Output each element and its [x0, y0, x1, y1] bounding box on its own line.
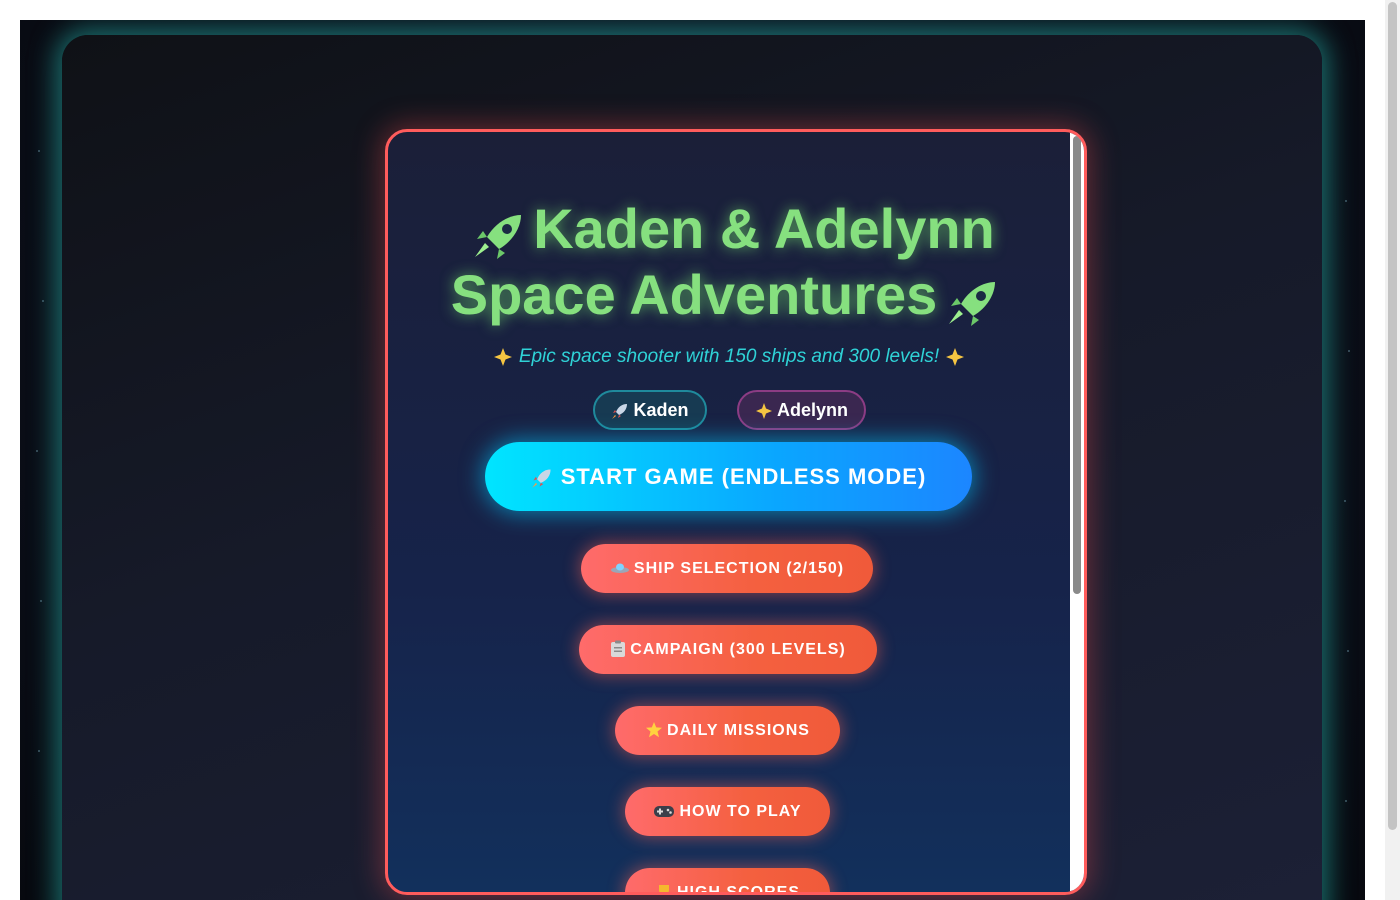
star-dot [1348, 350, 1350, 352]
star-dot [38, 150, 40, 152]
rocket-icon [611, 400, 629, 421]
daily-missions-button[interactable]: DAILY MISSIONS [615, 706, 840, 755]
sparkle-star-icon [755, 400, 773, 421]
star-dot [1347, 650, 1349, 652]
how-to-play-button[interactable]: HOW TO PLAY [625, 787, 830, 836]
player-name-kaden: Kaden [633, 399, 689, 420]
rocket-icon [469, 202, 527, 264]
star-dot [1345, 800, 1347, 802]
game-container: Kaden & Adelynn Space Adventures Epic sp… [62, 35, 1322, 900]
menu-scrollbar-thumb[interactable] [1073, 136, 1081, 594]
player-select-adelynn[interactable]: Adelynn [737, 390, 866, 430]
campaign-label: CAMPAIGN (300 LEVELS) [630, 640, 846, 658]
high-scores-button[interactable]: HIGH SCORES [625, 868, 830, 895]
subtitle-text: Epic space shooter with 150 ships and 30… [518, 346, 940, 368]
sparkle-star-icon [945, 346, 965, 368]
star-dot [1345, 200, 1347, 202]
page-scrollbar-thumb[interactable] [1388, 2, 1397, 830]
star-icon [645, 721, 663, 739]
title-line-1: Kaden & Adelynn [533, 197, 995, 260]
trophy-icon [655, 883, 673, 892]
title-line-2: Space Adventures [450, 263, 938, 327]
how-to-play-label: HOW TO PLAY [679, 802, 802, 820]
menu-scrollbar[interactable] [1070, 132, 1084, 892]
high-scores-label: HIGH SCORES [676, 883, 800, 895]
ufo-icon [610, 560, 630, 578]
ship-selection-label: SHIP SELECTION (2/150) [633, 559, 845, 577]
game-subtitle: Epic space shooter with 150 ships and 30… [388, 346, 1070, 368]
start-game-label: START GAME (ENDLESS MODE) [560, 463, 927, 489]
gamepad-icon [653, 803, 675, 821]
rocket-icon [531, 464, 553, 490]
daily-missions-label: DAILY MISSIONS [667, 721, 810, 739]
star-dot [1344, 500, 1346, 502]
campaign-button[interactable]: CAMPAIGN (300 LEVELS) [579, 625, 877, 674]
game-title: Kaden & Adelynn Space Adventures [388, 198, 1070, 330]
player-select-kaden[interactable]: Kaden [593, 390, 707, 430]
star-dot [36, 450, 38, 452]
sparkle-star-icon [493, 346, 513, 368]
start-game-button[interactable]: START GAME (ENDLESS MODE) [485, 442, 972, 511]
game-viewport: Kaden & Adelynn Space Adventures Epic sp… [20, 20, 1365, 900]
page-scrollbar[interactable] [1385, 0, 1400, 900]
main-menu-panel: Kaden & Adelynn Space Adventures Epic sp… [385, 129, 1087, 895]
star-dot [40, 600, 42, 602]
star-dot [42, 300, 44, 302]
star-dot [38, 750, 40, 752]
clipboard-icon [610, 640, 626, 658]
player-name-adelynn: Adelynn [776, 399, 848, 420]
rocket-icon [943, 268, 1001, 330]
ship-selection-button[interactable]: SHIP SELECTION (2/150) [581, 544, 873, 593]
